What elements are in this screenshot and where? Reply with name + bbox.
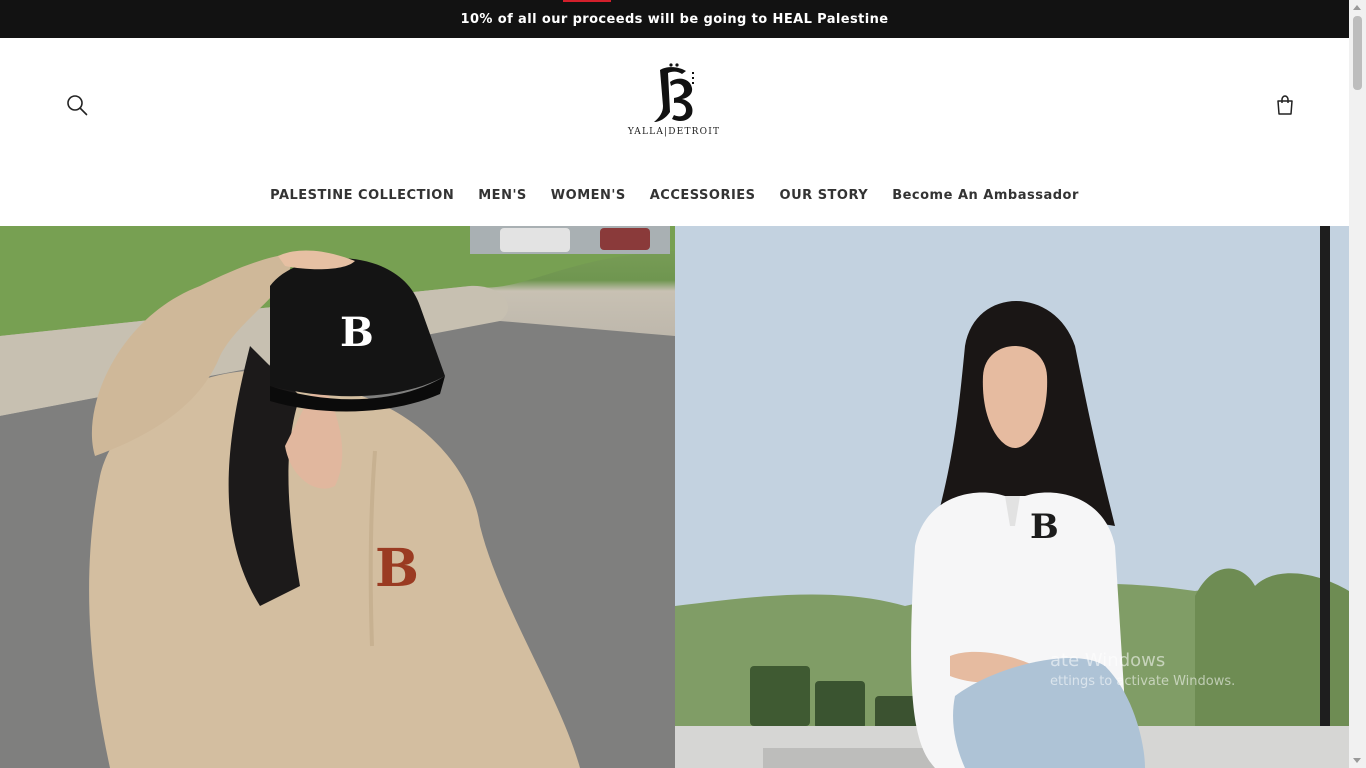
announcement-text: 10% of all our proceeds will be going to…: [460, 11, 889, 27]
page-scrollbar[interactable]: [1349, 0, 1366, 768]
svg-text:B: B: [375, 538, 419, 599]
svg-text:B: B: [340, 309, 374, 356]
nav-item-palestine-collection[interactable]: PALESTINE COLLECTION: [270, 188, 454, 203]
nav-item-accessories[interactable]: ACCESSORIES: [650, 188, 756, 203]
nav-item-mens[interactable]: MEN'S: [478, 188, 527, 203]
announcement-bar: 10% of all our proceeds will be going to…: [0, 0, 1349, 38]
search-icon: [67, 95, 88, 116]
logo-mark-icon: [654, 63, 694, 122]
nav-item-become-ambassador[interactable]: Become An Ambassador: [892, 188, 1079, 203]
svg-text:B: B: [1030, 507, 1059, 547]
hero-right-illustration: B: [675, 226, 1349, 768]
watermark-title: ate Windows: [1050, 650, 1166, 671]
hero-image-right[interactable]: B: [675, 226, 1349, 768]
logo-text: YALLA|DETROIT: [627, 127, 721, 137]
nav-item-our-story[interactable]: OUR STORY: [780, 188, 869, 203]
main-nav: PALESTINE COLLECTION MEN'S WOMEN'S ACCES…: [0, 184, 1349, 206]
hero-image-left[interactable]: B B: [0, 226, 675, 768]
hero-left-illustration: B B: [0, 226, 675, 768]
scroll-down-arrow-icon[interactable]: [1353, 758, 1361, 763]
announcement-accent: [563, 0, 611, 2]
watermark-subtitle: ettings to activate Windows.: [1050, 674, 1236, 689]
cart-button[interactable]: [1270, 90, 1300, 120]
site-header: YALLA|DETROIT PALESTINE COLLECTION MEN'S…: [0, 38, 1349, 226]
cart-icon: [1277, 95, 1293, 115]
windows-activation-watermark: ate Windows ettings to activate Windows.: [1050, 650, 1235, 689]
scroll-thumb[interactable]: [1353, 16, 1362, 90]
page: 10% of all our proceeds will be going to…: [0, 0, 1366, 768]
scroll-up-arrow-icon[interactable]: [1353, 5, 1361, 10]
search-button[interactable]: [62, 90, 92, 120]
site-logo[interactable]: YALLA|DETROIT: [624, 62, 724, 146]
nav-item-womens[interactable]: WOMEN'S: [551, 188, 626, 203]
